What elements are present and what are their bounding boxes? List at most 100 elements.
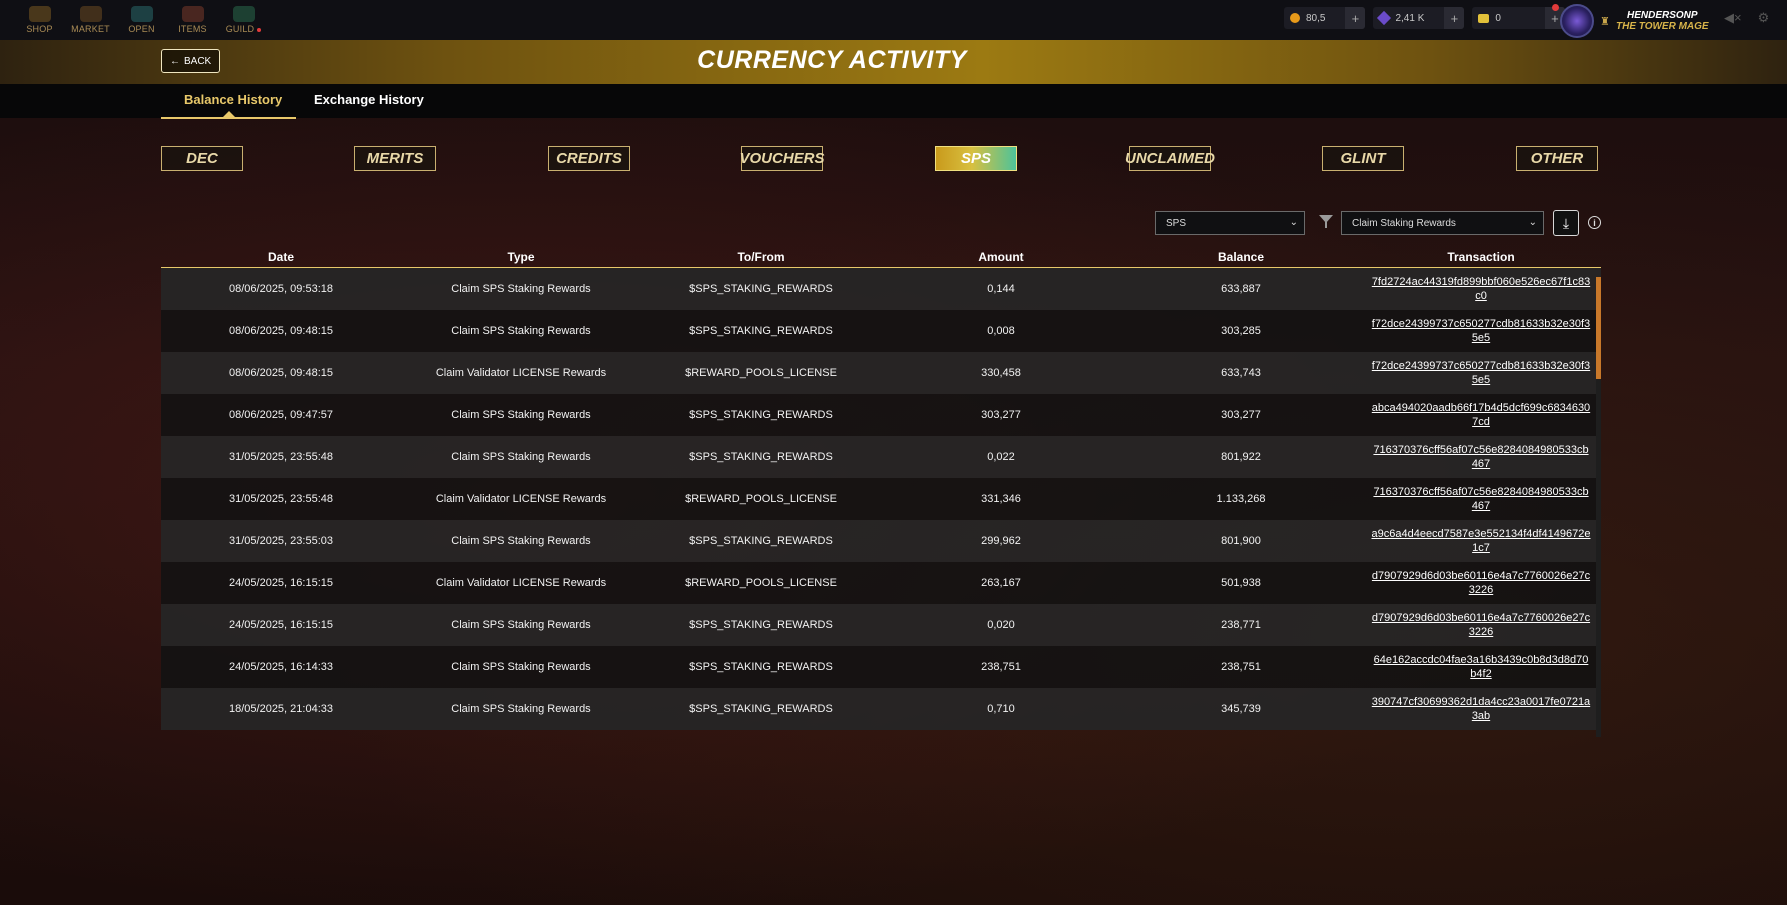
cell-balance: 1.133,268 <box>1216 493 1266 505</box>
cell-date: 24/05/2025, 16:15:15 <box>229 577 333 589</box>
tickets-amount: 0 <box>1495 12 1501 24</box>
credits-amount: 80,5 <box>1306 12 1326 24</box>
user-title: THE TOWER MAGE <box>1616 21 1709 32</box>
add-credits-button[interactable]: + <box>1345 7 1366 29</box>
cell-transaction[interactable]: 716370376cff56af07c56e8284084980533cb467 <box>1361 443 1601 471</box>
cell-amount: 0,144 <box>987 283 1015 295</box>
cell-balance: 501,938 <box>1221 577 1261 589</box>
cell-balance: 238,771 <box>1221 619 1261 631</box>
type-filter-value: Claim Staking Rewards <box>1352 217 1456 229</box>
currency-credits-button[interactable]: CREDITS <box>548 146 630 171</box>
avatar[interactable] <box>1560 4 1594 38</box>
cell-transaction[interactable]: a9c6a4d4eecd7587e3e552134f4df4149672e1c7 <box>1361 527 1601 555</box>
nav-guild-text: GUILD <box>225 24 255 34</box>
type-filter-select[interactable]: Claim Staking Rewards ⌄ <box>1341 211 1544 235</box>
cell-type: Claim SPS Staking Rewards <box>451 409 591 421</box>
cell-to-from: $SPS_STAKING_REWARDS <box>689 661 833 673</box>
nav-guild[interactable]: GUILD <box>218 0 269 40</box>
active-tab-underline <box>161 117 296 119</box>
cell-to-from: $REWARD_POOLS_LICENSE <box>685 367 837 379</box>
cell-type: Claim SPS Staking Rewards <box>451 535 591 547</box>
cell-transaction[interactable]: d7907929d6d03be60116e4a7c7760026e27c3226 <box>1361 611 1601 639</box>
items-icon <box>181 6 204 22</box>
cell-transaction[interactable]: 64e162accdc04fae3a16b3439c0b8d3d8d70b4f2 <box>1361 653 1601 681</box>
tab-bar: Balance History Exchange History <box>0 84 1787 118</box>
cell-to-from: $SPS_STAKING_REWARDS <box>689 619 833 631</box>
currency-merits-button[interactable]: MERITS <box>354 146 436 171</box>
market-icon <box>79 6 102 22</box>
cell-to-from: $SPS_STAKING_REWARDS <box>689 283 833 295</box>
tab-balance-history[interactable]: Balance History <box>184 92 282 107</box>
header-balance: Balance <box>1217 250 1265 264</box>
user-profile[interactable]: ♜ HENDERSONP THE TOWER MAGE <box>1560 4 1709 38</box>
top-bar: SHOP MARKET OPEN ITEMS GUILD 80,5 + 2,41… <box>0 0 1787 40</box>
nav-market[interactable]: MARKET <box>65 0 116 40</box>
cell-amount: 0,710 <box>987 703 1015 715</box>
balance-history-table: Date Type To/From Amount Balance Transac… <box>161 250 1601 730</box>
cell-amount: 330,458 <box>981 367 1021 379</box>
table-row: 31/05/2025, 23:55:48 Claim SPS Staking Re… <box>161 436 1601 478</box>
cell-amount: 0,008 <box>987 325 1015 337</box>
download-button[interactable]: ⤓ <box>1553 210 1579 236</box>
cell-transaction[interactable]: abca494020aadb66f17b4d5dcf699c68346307cd <box>1361 401 1601 429</box>
currency-vouchers-button[interactable]: VOUCHERS <box>740 146 825 171</box>
page-title: CURRENCY ACTIVITY <box>697 46 967 74</box>
cell-transaction[interactable]: d7907929d6d03be60116e4a7c7760026e27c3226 <box>1361 569 1601 597</box>
cell-type: Claim SPS Staking Rewards <box>451 703 591 715</box>
nav-items[interactable]: ITEMS <box>167 0 218 40</box>
cell-to-from: $SPS_STAKING_REWARDS <box>689 325 833 337</box>
cell-transaction[interactable]: 7fd2724ac44319fd899bbf060e526ec67f1c83c0 <box>1361 275 1601 303</box>
notification-dot <box>257 27 262 32</box>
table-header: Date Type To/From Amount Balance Transac… <box>161 250 1601 268</box>
tab-exchange-history[interactable]: Exchange History <box>314 92 424 107</box>
cell-transaction[interactable]: f72dce24399737c650277cdb81633b32e30f35e5 <box>1361 359 1601 387</box>
shop-icon <box>28 6 51 22</box>
currency-other-button[interactable]: OTHER <box>1516 146 1598 171</box>
user-name-block: HENDERSONP THE TOWER MAGE <box>1616 10 1709 32</box>
currency-sps-button[interactable]: SPS <box>935 146 1017 171</box>
cell-to-from: $REWARD_POOLS_LICENSE <box>685 493 837 505</box>
window-controls: ◀× ⚙ <box>1724 10 1769 26</box>
table-body: 08/06/2025, 09:53:18 Claim SPS Staking Re… <box>161 268 1601 730</box>
cell-date: 31/05/2025, 23:55:48 <box>229 451 333 463</box>
cell-balance: 345,739 <box>1221 703 1261 715</box>
cell-transaction[interactable]: 716370376cff56af07c56e8284084980533cb467 <box>1361 485 1601 513</box>
cell-balance: 801,922 <box>1221 451 1261 463</box>
gear-icon[interactable]: ⚙ <box>1758 10 1770 26</box>
nav-guild-label: GUILD <box>226 24 262 34</box>
currency-dec-button[interactable]: DEC <box>161 146 243 171</box>
credits-balance: 80,5 + <box>1284 7 1366 29</box>
tickets-balance: 0 + <box>1472 4 1565 29</box>
nav-open[interactable]: OPEN <box>116 0 167 40</box>
cell-type: Claim SPS Staking Rewards <box>451 283 591 295</box>
table-row: 08/06/2025, 09:47:57 Claim SPS Staking Re… <box>161 394 1601 436</box>
cell-amount: 0,022 <box>987 451 1015 463</box>
nav-items-label: ITEMS <box>178 24 207 34</box>
token-select[interactable]: SPS ⌄ <box>1155 211 1305 235</box>
cell-balance: 303,277 <box>1221 409 1261 421</box>
download-icon: ⤓ <box>1562 214 1570 231</box>
cell-type: Claim SPS Staking Rewards <box>451 661 591 673</box>
dec-balance: 2,41 K + <box>1373 7 1465 29</box>
wallet-balances: 80,5 + 2,41 K + 0 + <box>1284 4 1565 29</box>
cell-date: 18/05/2025, 21:04:33 <box>229 703 333 715</box>
cell-transaction[interactable]: f72dce24399737c650277cdb81633b32e30f35e5 <box>1361 317 1601 345</box>
add-dec-button[interactable]: + <box>1444 7 1465 29</box>
main-nav: SHOP MARKET OPEN ITEMS GUILD <box>14 0 269 40</box>
cell-amount: 238,751 <box>981 661 1021 673</box>
cell-transaction[interactable]: 390747cf30699362d1da4cc23a0017fe0721a3ab <box>1361 695 1601 723</box>
currency-glint-button[interactable]: GLINT <box>1322 146 1404 171</box>
cell-date: 08/06/2025, 09:53:18 <box>229 283 333 295</box>
table-row: 31/05/2025, 23:55:03 Claim SPS Staking Re… <box>161 520 1601 562</box>
cell-date: 31/05/2025, 23:55:03 <box>229 535 333 547</box>
info-icon[interactable]: i <box>1588 216 1601 229</box>
nav-shop[interactable]: SHOP <box>14 0 65 40</box>
cell-type: Claim Validator LICENSE Rewards <box>435 367 607 379</box>
currency-unclaimed-button[interactable]: UNCLAIMED <box>1125 146 1215 171</box>
mute-icon[interactable]: ◀× <box>1724 10 1742 26</box>
cell-amount: 263,167 <box>981 577 1021 589</box>
cell-type: Claim SPS Staking Rewards <box>451 451 591 463</box>
guild-icon <box>232 6 255 22</box>
scrollbar-thumb[interactable] <box>1596 277 1601 379</box>
table-row: 08/06/2025, 09:53:18 Claim SPS Staking Re… <box>161 268 1601 310</box>
